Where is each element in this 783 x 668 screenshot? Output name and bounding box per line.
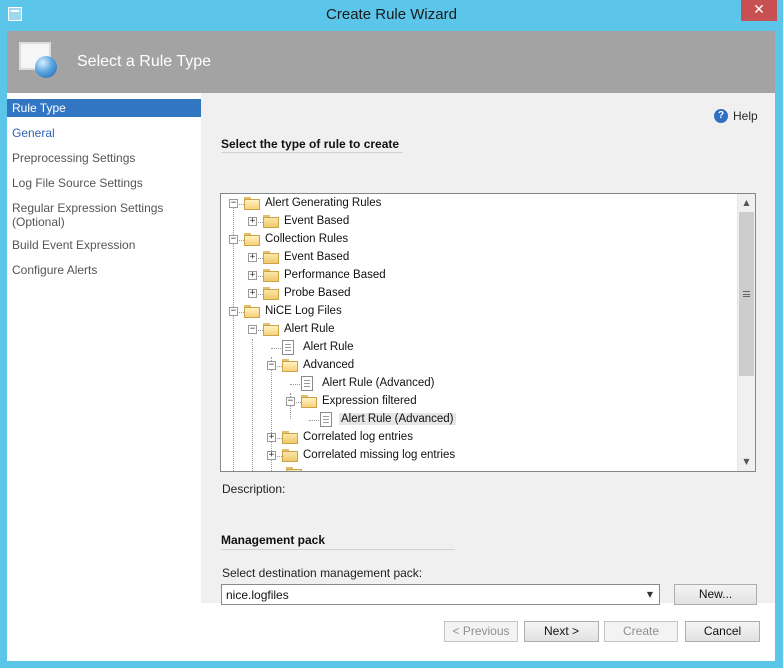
- help-icon: ?: [714, 109, 728, 123]
- chevron-down-icon[interactable]: ▼: [643, 587, 657, 602]
- previous-button[interactable]: < Previous: [444, 621, 518, 642]
- rule-document-icon: [320, 412, 332, 427]
- wizard-window: Create Rule Wizard ✕ Select a Rule Type …: [0, 0, 783, 668]
- tree-item[interactable]: − Expression filtered: [221, 393, 737, 411]
- content-panel: ? Help Select the type of rule to create…: [201, 93, 775, 605]
- folder-icon: [263, 251, 279, 264]
- tree-item[interactable]: + Correlated missing log entries: [221, 447, 737, 465]
- close-button[interactable]: ✕: [741, 0, 777, 21]
- nav-step-log-file-source-settings[interactable]: Log File Source Settings: [7, 176, 201, 190]
- rule-document-icon: [282, 340, 294, 355]
- nav-step-configure-alerts[interactable]: Configure Alerts: [7, 263, 201, 277]
- tree-item[interactable]: Alert Rule: [221, 339, 737, 357]
- tree-item[interactable]: − Alert Rule: [221, 321, 737, 339]
- tree-item[interactable]: Alert Rule (Advanced): [221, 375, 737, 393]
- tree-item[interactable]: + Correlated log entries: [221, 429, 737, 447]
- folder-open-icon: [301, 395, 317, 408]
- tree-item-label: Alert Rule (Advanced): [339, 413, 456, 425]
- tree-item-label: Alert Generating Rules: [265, 197, 382, 209]
- collapse-icon[interactable]: −: [229, 307, 238, 316]
- title-bar: Create Rule Wizard ✕: [0, 0, 783, 30]
- scroll-up-arrow-icon[interactable]: ▲: [738, 194, 755, 211]
- management-pack-value: nice.logfiles: [226, 588, 289, 602]
- collapse-icon[interactable]: −: [229, 199, 238, 208]
- new-pack-button[interactable]: New...: [674, 584, 757, 605]
- tree-item[interactable]: Alert Rule (Advanced): [221, 411, 737, 429]
- window-title: Create Rule Wizard: [326, 6, 457, 23]
- nav-step-rule-type[interactable]: Rule Type: [7, 99, 201, 117]
- create-button[interactable]: Create: [604, 621, 678, 642]
- rule-type-heading: Select the type of rule to create: [221, 137, 400, 151]
- cancel-button[interactable]: Cancel: [685, 621, 760, 642]
- expand-icon[interactable]: +: [248, 289, 257, 298]
- rule-document-icon: [301, 376, 313, 391]
- folder-open-icon: [244, 233, 260, 246]
- tree-item[interactable]: − Advanced: [221, 357, 737, 375]
- collapse-icon[interactable]: −: [248, 325, 257, 334]
- tree-item-label: Event Based: [284, 251, 350, 263]
- tree-item[interactable]: − NiCE Log Files: [221, 303, 737, 321]
- expand-icon[interactable]: +: [248, 271, 257, 280]
- expand-icon[interactable]: +: [248, 217, 257, 226]
- tree-item-label: Performance Based: [284, 269, 386, 281]
- collapse-icon[interactable]: −: [286, 397, 295, 406]
- folder-open-icon: [244, 197, 260, 210]
- tree-item-partial: [221, 465, 737, 471]
- expand-icon[interactable]: +: [267, 451, 276, 460]
- nav-step-preprocessing-settings[interactable]: Preprocessing Settings: [7, 151, 201, 165]
- tree-item[interactable]: − Collection Rules: [221, 231, 737, 249]
- folder-icon: [282, 431, 298, 444]
- wizard-page-icon: [19, 42, 57, 78]
- help-label: Help: [733, 109, 758, 123]
- destination-pack-label: Select destination management pack:: [222, 566, 423, 580]
- scroll-down-arrow-icon[interactable]: ▼: [738, 453, 755, 470]
- tree-item[interactable]: + Probe Based: [221, 285, 737, 303]
- management-pack-heading: Management pack: [221, 533, 326, 547]
- tree-scrollbar[interactable]: ▲ ▼: [737, 194, 755, 471]
- nav-step-regular-expression-settings-optional[interactable]: Regular Expression Settings (Optional): [7, 201, 201, 229]
- expand-icon[interactable]: +: [248, 253, 257, 262]
- tree-item[interactable]: + Event Based: [221, 249, 737, 267]
- nav-step-build-event-expression[interactable]: Build Event Expression: [7, 238, 201, 252]
- tree-item-label: NiCE Log Files: [265, 305, 342, 317]
- next-button[interactable]: Next >: [524, 621, 599, 642]
- folder-icon: [263, 287, 279, 300]
- collapse-icon[interactable]: −: [229, 235, 238, 244]
- tree-item-label: Alert Rule: [303, 341, 354, 353]
- description-label: Description:: [222, 482, 286, 496]
- folder-open-icon: [244, 305, 260, 318]
- tree-item-label: Correlated missing log entries: [303, 449, 456, 461]
- page-header: Select a Rule Type: [7, 31, 775, 93]
- folder-icon: [263, 269, 279, 282]
- wizard-steps-nav: Rule Type General Preprocessing Settings Lo…: [7, 93, 201, 603]
- tree-item[interactable]: + Event Based: [221, 213, 737, 231]
- tree-item-label: Alert Rule: [284, 323, 335, 335]
- tree-item-label: Probe Based: [284, 287, 351, 299]
- tree-item-label: Expression filtered: [322, 395, 417, 407]
- collapse-icon[interactable]: −: [267, 361, 276, 370]
- folder-icon: [263, 215, 279, 228]
- tree-item-label: Collection Rules: [265, 233, 349, 245]
- expand-icon[interactable]: +: [267, 433, 276, 442]
- wizard-body: Select a Rule Type Rule Type General Prepr…: [7, 31, 775, 661]
- tree-item-label: Advanced: [303, 359, 355, 371]
- folder-open-icon: [263, 323, 279, 336]
- heading-divider: [221, 152, 403, 153]
- heading-divider: [221, 549, 455, 550]
- folder-icon: [282, 449, 298, 462]
- tree-item[interactable]: + Performance Based: [221, 267, 737, 285]
- tree-item-label: Alert Rule (Advanced): [322, 377, 435, 389]
- scroll-thumb[interactable]: [739, 212, 754, 376]
- page-title: Select a Rule Type: [77, 53, 212, 70]
- management-pack-select[interactable]: nice.logfiles ▼: [221, 584, 660, 605]
- tree-item-label: Event Based: [284, 215, 350, 227]
- tree-item[interactable]: − Alert Generating Rules: [221, 195, 737, 213]
- rule-type-tree[interactable]: ▲ ▼ − Alert Generating Rules + Event Based −…: [220, 193, 756, 472]
- folder-open-icon: [282, 359, 298, 372]
- tree-item-label: Correlated log entries: [303, 431, 413, 443]
- nav-step-general[interactable]: General: [7, 126, 201, 140]
